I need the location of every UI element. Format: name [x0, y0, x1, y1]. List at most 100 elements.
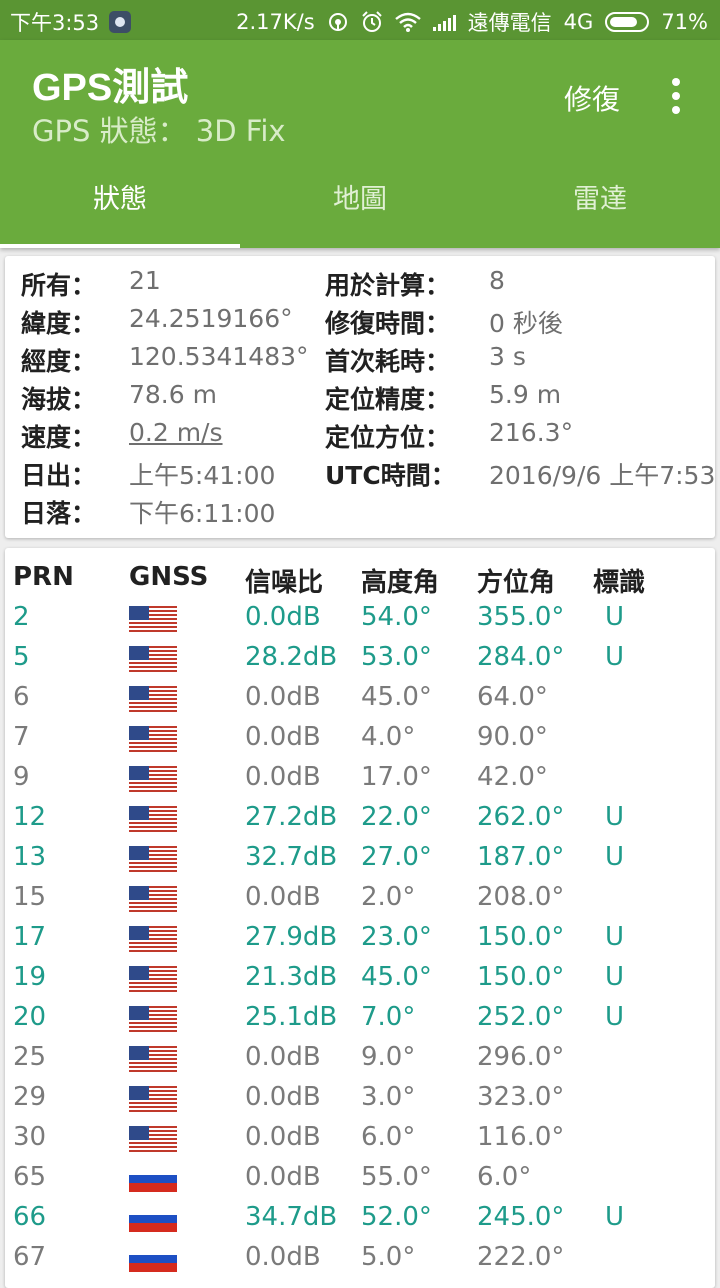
us-flag-icon — [129, 1046, 177, 1072]
network-type: 4G — [563, 10, 594, 34]
stat-label: 速度： — [21, 423, 97, 452]
stat-label: 緯度： — [21, 309, 97, 338]
tab-map[interactable]: 地圖 — [240, 176, 480, 248]
snr-cell: 0.0dB — [245, 1122, 321, 1152]
us-flag-icon — [129, 686, 177, 712]
azimuth-cell: 150.0° — [477, 962, 565, 992]
app-bar: GPS測試 GPS 狀態： 3D Fix 修復 狀態 地圖 雷達 — [0, 40, 720, 248]
table-row: 30 0.0dB 6.0° 116.0° — [5, 1118, 715, 1158]
elevation-cell: 6.0° — [361, 1122, 416, 1152]
stat-label: 用於計算： — [325, 271, 451, 300]
table-row: 66 34.7dB 52.0° 245.0° U — [5, 1198, 715, 1238]
stat-value: 8 — [489, 266, 505, 295]
stat-utc-time: UTC時間： 2016/9/6 上午7:53 — [325, 456, 715, 490]
prn-cell: 20 — [13, 1002, 47, 1032]
stat-value: 2016/9/6 上午7:53 — [489, 461, 715, 490]
wifi-icon — [394, 12, 421, 32]
prn-cell: 9 — [13, 762, 30, 792]
stat-value: 24.2519166° — [129, 304, 293, 333]
azimuth-cell: 187.0° — [477, 842, 565, 872]
stat-value: 0 秒後 — [489, 309, 563, 338]
azimuth-cell: 262.0° — [477, 802, 565, 832]
us-flag-icon — [129, 806, 177, 832]
app-notification-icon — [109, 11, 132, 33]
tab-status[interactable]: 狀態 — [0, 176, 240, 248]
clock: 下午3:53 — [10, 11, 100, 35]
us-flag-icon — [129, 726, 177, 752]
table-row: 12 27.2dB 22.0° 262.0° U — [5, 798, 715, 838]
azimuth-cell: 208.0° — [477, 882, 565, 912]
snr-cell: 0.0dB — [245, 1242, 321, 1272]
carrier-name: 遠傳電信 — [467, 11, 552, 35]
table-row: 6 0.0dB 45.0° 64.0° — [5, 678, 715, 718]
us-flag-icon — [129, 1086, 177, 1112]
prn-cell: 12 — [13, 802, 47, 832]
azimuth-cell: 64.0° — [477, 682, 548, 712]
table-row: 2 0.0dB 54.0° 355.0° U — [5, 598, 715, 638]
header-elevation: 高度角 — [361, 568, 440, 598]
flag-cell: U — [605, 642, 625, 672]
status-bar: 下午3:53 2.17K/s 遠傳電信 4G 71% — [0, 0, 720, 40]
flag-cell: U — [605, 1202, 625, 1232]
us-flag-icon — [129, 646, 177, 672]
elevation-cell: 45.0° — [361, 962, 432, 992]
battery-level: 71% — [661, 10, 708, 34]
stat-value: 5.9 m — [489, 380, 562, 409]
satellite-table-card: PRN GNSS 信噪比 高度角 方位角 標識 2 0.0dB 5 4.0° 355.0… — [5, 548, 715, 1288]
alarm-icon — [361, 11, 382, 32]
prn-cell: 13 — [13, 842, 47, 872]
stat-value: 78.6 m — [129, 380, 217, 409]
table-header: PRN GNSS 信噪比 高度角 方位角 標識 — [5, 562, 715, 598]
us-flag-icon — [129, 1006, 177, 1032]
flag-cell: U — [605, 802, 625, 832]
flag-cell: U — [605, 602, 625, 632]
table-row: 17 27.9dB 23.0° 150.0° U — [5, 918, 715, 958]
azimuth-cell: 355.0° — [477, 602, 565, 632]
table-row: 13 32.7dB 27.0° 187.0° U — [5, 838, 715, 878]
table-row: 20 25.1dB 7.0° 252.0° U — [5, 998, 715, 1038]
snr-cell: 0.0dB — [245, 722, 321, 752]
stat-label: 首次耗時： — [325, 347, 451, 376]
stat-label: 所有： — [21, 271, 97, 300]
prn-cell: 19 — [13, 962, 47, 992]
tab-bar: 狀態 地圖 雷達 — [0, 176, 720, 248]
prn-cell: 30 — [13, 1122, 47, 1152]
header-gnss: GNSS — [129, 562, 209, 592]
elevation-cell: 4.0° — [361, 722, 416, 752]
snr-cell: 27.2dB — [245, 802, 338, 832]
us-flag-icon — [129, 886, 177, 912]
stat-label: 定位精度： — [325, 385, 451, 414]
azimuth-cell: 6.0° — [477, 1162, 532, 1192]
azimuth-cell: 252.0° — [477, 1002, 565, 1032]
tab-radar[interactable]: 雷達 — [480, 176, 720, 248]
elevation-cell: 23.0° — [361, 922, 432, 952]
gps-status-subtitle: GPS 狀態： 3D Fix — [32, 114, 286, 148]
stat-value: 21 — [129, 266, 161, 295]
fix-button[interactable]: 修復 — [564, 78, 620, 118]
more-options-icon[interactable] — [666, 78, 686, 114]
table-row: 9 0.0dB 17.0° 42.0° — [5, 758, 715, 798]
elevation-cell: 7.0° — [361, 1002, 416, 1032]
elevation-cell: 5.0° — [361, 1242, 416, 1272]
stat-value: 3 s — [489, 342, 526, 371]
prn-cell: 29 — [13, 1082, 47, 1112]
speed-value-link[interactable]: 0.2 m/s — [129, 418, 223, 447]
snr-cell: 0.0dB — [245, 1082, 321, 1112]
header-snr: 信噪比 — [245, 568, 324, 598]
snr-cell: 0.0dB — [245, 682, 321, 712]
russia-flag-icon — [129, 1246, 177, 1272]
prn-cell: 2 — [13, 602, 30, 632]
stat-label: 定位方位： — [325, 423, 451, 452]
snr-cell: 28.2dB — [245, 642, 338, 672]
flag-cell: U — [605, 922, 625, 952]
table-row: 19 21.3dB 45.0° 150.0° U — [5, 958, 715, 998]
elevation-cell: 17.0° — [361, 762, 432, 792]
stat-label: 經度： — [21, 347, 97, 376]
elevation-cell: 22.0° — [361, 802, 432, 832]
russia-flag-icon — [129, 1166, 177, 1192]
prn-cell: 5 — [13, 642, 30, 672]
stat-label: 修復時間： — [325, 309, 451, 338]
flag-cell: U — [605, 842, 625, 872]
azimuth-cell: 284.0° — [477, 642, 565, 672]
us-flag-icon — [129, 1126, 177, 1152]
